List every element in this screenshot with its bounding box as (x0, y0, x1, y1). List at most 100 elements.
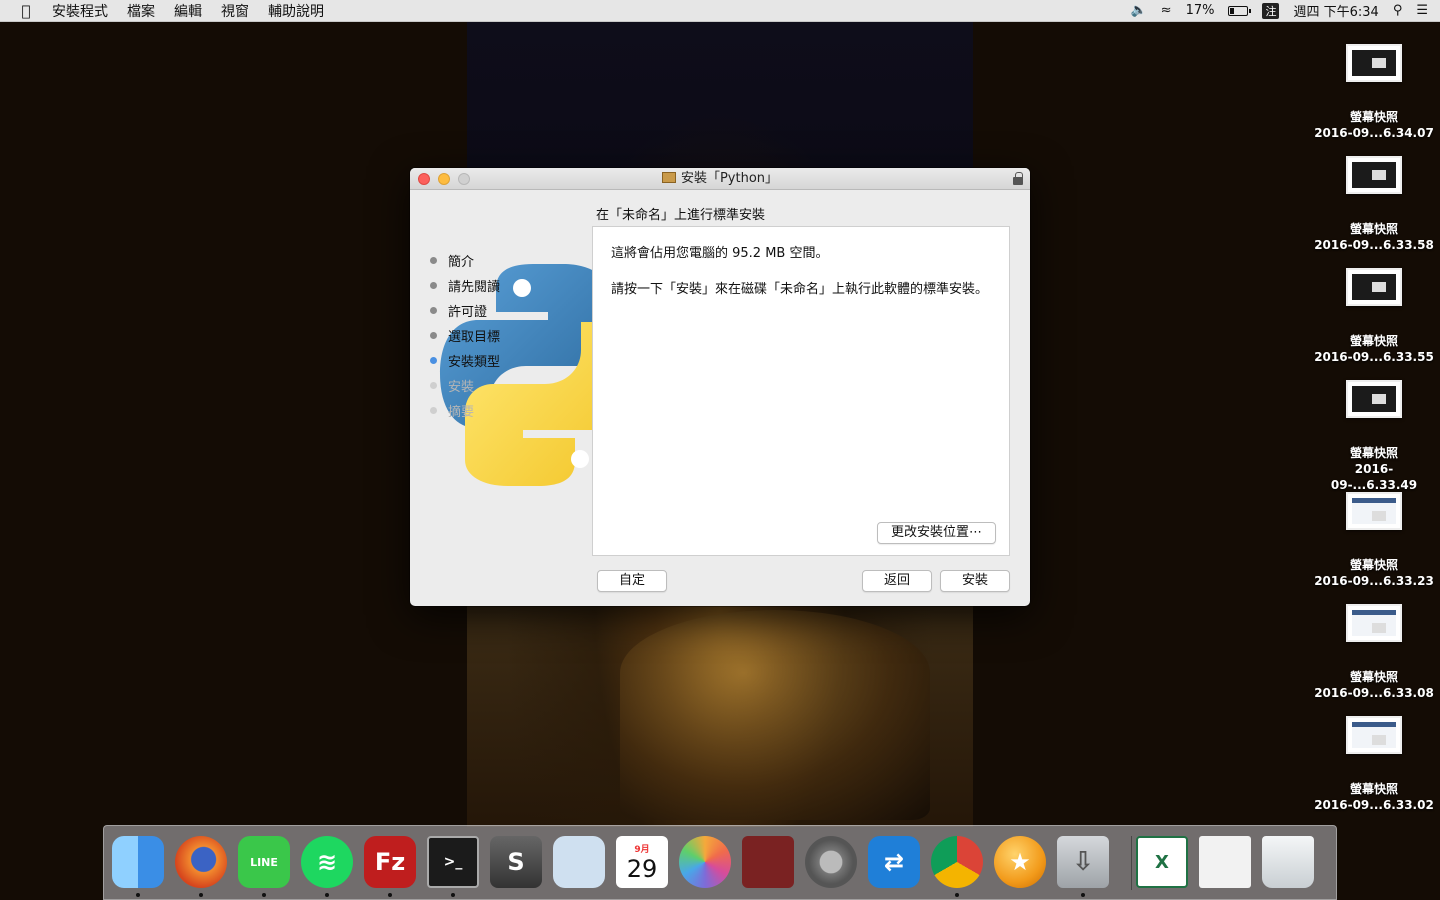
back-button[interactable]: 返回 (862, 570, 932, 592)
dock-installer-icon[interactable]: ⇩ (1057, 836, 1109, 888)
zoom-button (458, 173, 470, 185)
dock-spotify-icon[interactable]: ≋ (301, 836, 353, 888)
step-list: 簡介 請先閱讀 許可證 選取目標 安裝類型 安裝 摘要 (430, 248, 500, 423)
battery-percent: 17% (1185, 3, 1215, 18)
notification-center-icon[interactable]: ☰ (1416, 3, 1428, 18)
content-panel: 這將會佔用您電腦的 95.2 MB 空間。 請按一下「安裝」來在磁碟「未命名」上… (592, 226, 1010, 556)
lock-icon[interactable] (1013, 172, 1023, 185)
screenshot-thumbnail-icon (1346, 380, 1402, 418)
dock-sublime-text-icon[interactable]: S (490, 836, 542, 888)
step-bullet-icon (430, 382, 437, 389)
close-button[interactable] (418, 173, 430, 185)
window-title: 安裝「Python」 (680, 171, 779, 186)
file-name-line1: 螢幕快照 (1349, 334, 1398, 348)
customize-button[interactable]: 自定 (597, 570, 667, 592)
dock-terminal-icon[interactable]: >_ (427, 836, 479, 888)
minimize-button[interactable] (438, 173, 450, 185)
dock-calendar-icon[interactable]: 9月 29 (616, 836, 668, 888)
desktop-screenshot-file[interactable]: 螢幕快照 2016-09-...6.33.49 (1314, 380, 1434, 493)
screenshot-thumbnail-icon (1346, 716, 1402, 754)
input-method-icon[interactable]: 注 (1262, 2, 1280, 19)
dock-system-preferences-icon[interactable] (805, 836, 857, 888)
step-label: 請先閱讀 (448, 280, 501, 295)
file-name-line1: 螢幕快照 (1349, 110, 1398, 124)
dock-running-indicator (199, 893, 203, 897)
desktop-screenshot-file[interactable]: 螢幕快照 2016-09...6.33.55 (1314, 268, 1434, 365)
dock-preview-icon[interactable] (553, 836, 605, 888)
dock-dragon-ball-icon[interactable]: ★ (994, 836, 1046, 888)
dock: LINE ≋ Fz >_ S 9月 29 ⇄ ★ ⇩ X (103, 825, 1337, 900)
step-bullet-icon (430, 407, 437, 414)
dock-running-indicator (1081, 893, 1085, 897)
calendar-month: 9月 (634, 844, 650, 855)
battery-fill (1230, 7, 1234, 14)
desktop-screenshot-file[interactable]: 螢幕快照 2016-09...6.33.08 (1314, 604, 1434, 701)
step-summary: 摘要 (430, 398, 500, 423)
screenshot-thumbnail-icon (1346, 44, 1402, 82)
menu-window[interactable]: 視窗 (221, 1, 249, 21)
step-label: 選取目標 (448, 330, 501, 345)
wallpaper-mug (620, 610, 930, 820)
desktop-screenshot-file[interactable]: 螢幕快照 2016-09...6.33.23 (1314, 492, 1434, 589)
screenshot-thumbnail-icon (1346, 156, 1402, 194)
battery-icon[interactable] (1228, 5, 1252, 16)
screenshot-thumbnail-icon (1346, 268, 1402, 306)
wifi-icon[interactable]: ≈ (1161, 3, 1172, 18)
step-license: 許可證 (430, 298, 500, 323)
screenshot-thumbnail-icon (1346, 604, 1402, 642)
install-button[interactable]: 安裝 (940, 570, 1010, 592)
dock-chrome-icon[interactable] (931, 836, 983, 888)
installer-window: 安裝「Python」 簡介 請先閱讀 許可證 選取目標 安裝類型 安裝 摘要 在… (410, 168, 1030, 606)
file-name-line2: 2016-09...6.33.58 (1314, 238, 1434, 252)
desktop-screenshot-file[interactable]: 螢幕快照 2016-09...6.34.07 (1314, 44, 1434, 141)
step-installation: 安裝 (430, 373, 500, 398)
calendar-day: 29 (626, 854, 658, 883)
step-installation-type: 安裝類型 (430, 348, 500, 373)
dock-filezilla-icon[interactable]: Fz (364, 836, 416, 888)
dock-trash-icon[interactable] (1262, 836, 1314, 888)
change-install-location-button[interactable]: 更改安裝位置⋯ (877, 522, 996, 544)
desktop-screenshot-file[interactable]: 螢幕快照 2016-09...6.33.58 (1314, 156, 1434, 253)
package-icon (661, 172, 676, 183)
apple-menu-icon[interactable]:  (0, 2, 52, 20)
screenshot-thumbnail-icon (1346, 492, 1402, 530)
install-instruction-text: 請按一下「安裝」來在磁碟「未命名」上執行此軟體的標準安裝。 (611, 282, 989, 297)
dock-finder-icon[interactable] (112, 836, 164, 888)
volume-icon[interactable]: 🔈 (1130, 3, 1146, 18)
dock-running-indicator (262, 893, 266, 897)
dock-document-icon[interactable] (1199, 836, 1251, 888)
window-controls (418, 173, 470, 185)
dock-firefox-icon[interactable] (175, 836, 227, 888)
step-destination: 選取目標 (430, 323, 500, 348)
menubar-clock[interactable]: 週四 下午6:34 (1293, 1, 1378, 20)
menu-installer[interactable]: 安裝程式 (52, 1, 108, 21)
dock-photo-booth-icon[interactable] (742, 836, 794, 888)
dock-photos-icon[interactable] (679, 836, 731, 888)
file-name-line1: 螢幕快照 (1349, 222, 1398, 236)
file-name-line2: 2016-09-...6.33.49 (1330, 462, 1418, 492)
file-name-line2: 2016-09...6.34.07 (1314, 126, 1434, 140)
dock-teamviewer-icon[interactable]: ⇄ (868, 836, 920, 888)
dock-running-indicator (955, 893, 959, 897)
step-label: 安裝 (448, 380, 475, 395)
step-label: 摘要 (448, 405, 475, 420)
title-bar[interactable]: 安裝「Python」 (410, 168, 1030, 190)
step-introduction: 簡介 (430, 248, 500, 273)
file-name-line1: 螢幕快照 (1349, 670, 1398, 684)
step-bullet-icon (430, 282, 437, 289)
step-label: 簡介 (448, 255, 475, 270)
dock-excel-icon[interactable]: X (1136, 836, 1188, 888)
menu-edit[interactable]: 編輯 (174, 1, 202, 21)
dock-line-icon[interactable]: LINE (238, 836, 290, 888)
menu-help[interactable]: 輔助說明 (268, 1, 324, 21)
desktop-screenshot-file[interactable]: 螢幕快照 2016-09...6.33.02 (1314, 716, 1434, 813)
step-bullet-icon (430, 332, 437, 339)
file-name-line1: 螢幕快照 (1349, 558, 1398, 572)
step-read-me: 請先閱讀 (430, 273, 500, 298)
menu-file[interactable]: 檔案 (127, 1, 155, 21)
step-bullet-icon (430, 257, 437, 264)
spotlight-search-icon[interactable]: ⚲ (1393, 3, 1403, 18)
status-area: 🔈 ≈ 17% 注 週四 下午6:34 ⚲ ☰ (1130, 1, 1440, 20)
step-bullet-icon (430, 357, 437, 364)
dock-running-indicator (388, 893, 392, 897)
